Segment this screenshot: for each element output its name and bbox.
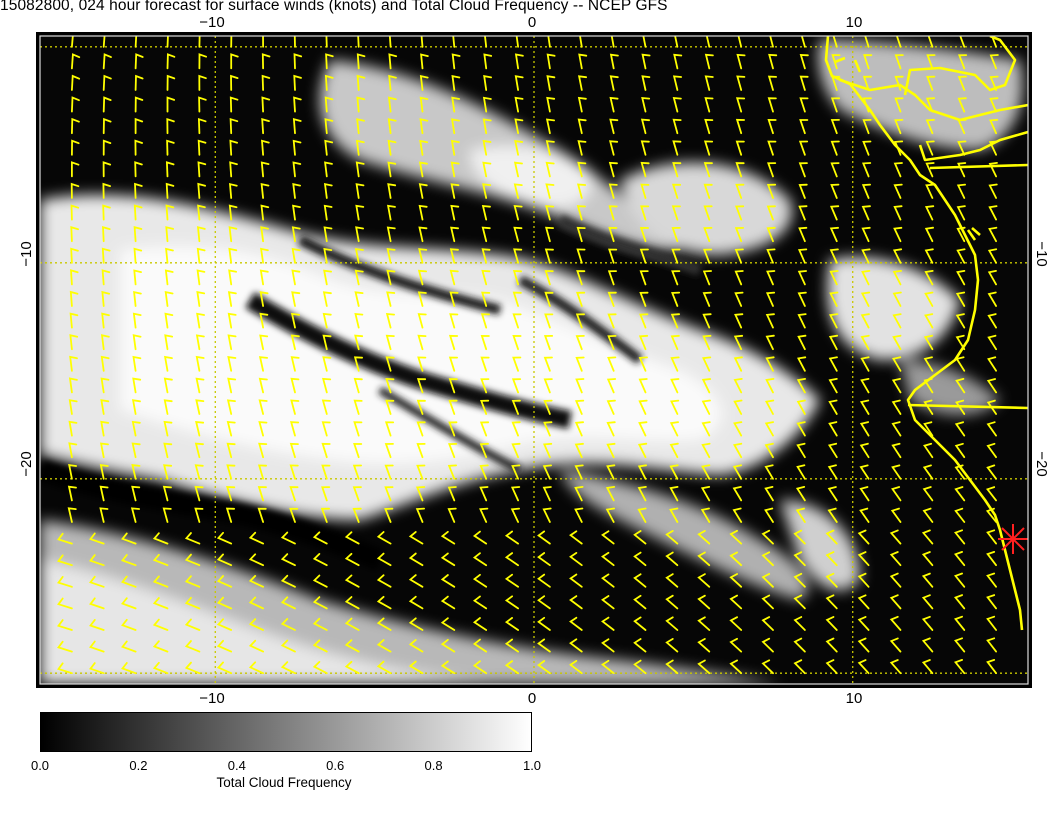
colorbar-gradient: [41, 713, 531, 751]
colorbar-tick-label: 0.0: [30, 758, 50, 773]
colorbar-tick-label: 1.0: [522, 758, 542, 773]
bottom-tick-label: 10: [846, 690, 863, 707]
bottom-tick-label: 0: [528, 690, 536, 707]
asterisk-marker-icon: [998, 524, 1028, 554]
top-tick-label: −10: [199, 14, 224, 31]
right-tick-label: −20: [1033, 451, 1050, 476]
colorbar-label: Total Cloud Frequency: [216, 775, 352, 790]
colorbar-tick-label: 0.6: [326, 758, 345, 773]
cloud-field: [40, 36, 1028, 684]
top-tick-label: 0: [528, 14, 536, 31]
left-tick-label: −20: [18, 451, 35, 476]
right-tick-label: −10: [1033, 241, 1050, 266]
map-figure: −10 0 10 −10 0 10 −10 −20 −10 −20: [18, 14, 1050, 707]
colorbar-tick-label: 0.8: [424, 758, 443, 773]
left-tick-label: −10: [18, 241, 35, 266]
bottom-tick-label: −10: [199, 690, 224, 707]
colorbar: [40, 712, 532, 752]
colorbar-tick-label: 0.2: [129, 758, 148, 773]
colorbar-tick-label: 0.4: [227, 758, 246, 773]
top-tick-label: 10: [846, 14, 863, 31]
